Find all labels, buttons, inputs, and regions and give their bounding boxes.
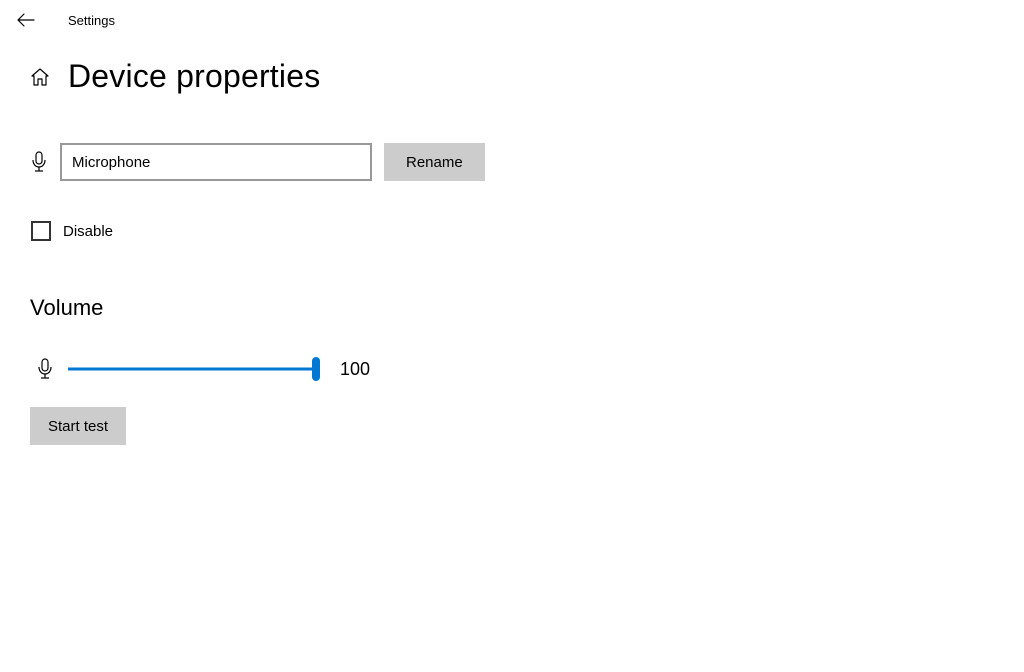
volume-heading: Volume	[30, 295, 994, 321]
arrow-left-icon	[17, 13, 35, 27]
page-title: Device properties	[68, 58, 320, 95]
slider-thumb[interactable]	[312, 357, 320, 381]
breadcrumb: Settings	[68, 13, 115, 28]
device-name-input[interactable]	[60, 143, 372, 181]
microphone-icon	[30, 151, 48, 173]
back-button[interactable]	[16, 10, 36, 30]
microphone-icon	[36, 358, 54, 380]
rename-button[interactable]: Rename	[384, 143, 485, 181]
volume-value: 100	[340, 359, 370, 380]
volume-slider[interactable]	[68, 357, 320, 381]
disable-label: Disable	[63, 223, 113, 240]
home-icon[interactable]	[30, 67, 50, 87]
start-test-button[interactable]: Start test	[30, 407, 126, 445]
slider-track	[68, 368, 320, 371]
disable-checkbox[interactable]	[31, 221, 51, 241]
